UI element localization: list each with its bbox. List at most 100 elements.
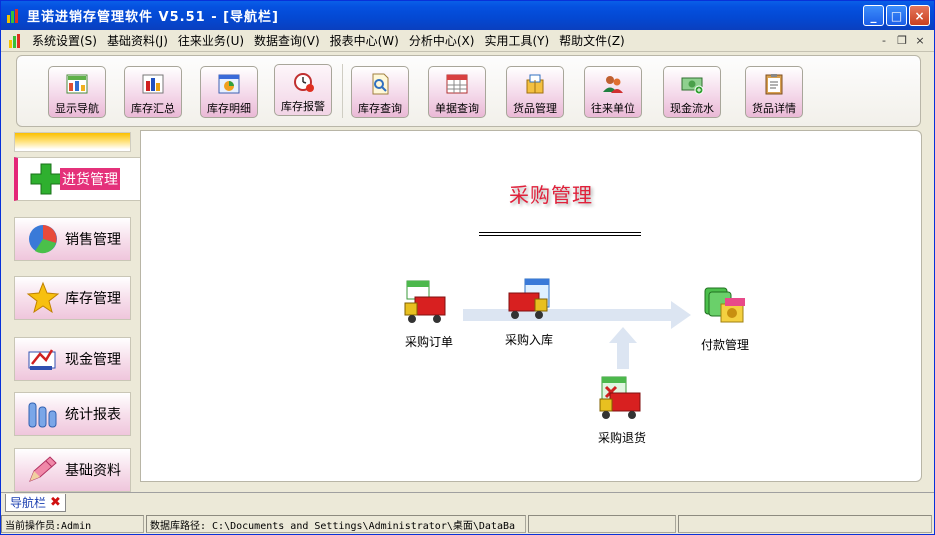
maximize-icon: □	[890, 8, 903, 23]
node-label: 采购入库	[504, 333, 553, 347]
payment-cash-icon	[699, 282, 751, 334]
toolbar-contacts-button[interactable]: 往来单位	[584, 66, 642, 118]
mdi-restore-button[interactable]: ❐	[894, 33, 910, 47]
tab-close-icon[interactable]: ✖	[50, 495, 61, 510]
toolbar-inventory-summary-button[interactable]: 库存汇总	[124, 66, 182, 118]
minimize-icon: _	[870, 8, 877, 23]
close-icon: ×	[914, 8, 925, 23]
sidebar-item-label: 销售管理	[65, 232, 121, 248]
menu-report-center[interactable]: 报表中心(W)	[325, 32, 404, 49]
mdi-close-button[interactable]: ×	[912, 33, 928, 47]
sidebar-item-label: 库存管理	[65, 291, 121, 307]
pie-chart-icon	[25, 221, 61, 257]
sidebar-item-label: 现金管理	[65, 352, 121, 368]
order-truck-icon	[403, 279, 455, 331]
menu-analysis-center[interactable]: 分析中心(X)	[404, 32, 480, 49]
column-chart-icon	[25, 396, 61, 432]
toolbar-document-query-button[interactable]: 单据查询	[428, 66, 486, 118]
stock-in-truck-icon	[503, 277, 555, 329]
money-icon	[25, 341, 61, 377]
toolbar-button-label: 往来单位	[591, 102, 635, 115]
menu-app-icon[interactable]	[9, 33, 23, 48]
toolbar-inventory-detail-button[interactable]: 库存明细	[200, 66, 258, 118]
maximize-button[interactable]: □	[886, 5, 907, 26]
menu-bar: 系统设置(S) 基础资料(J) 往来业务(U) 数据查询(V) 报表中心(W) …	[1, 30, 934, 52]
sidebar-item-label: 基础资料	[65, 463, 121, 479]
title-bar[interactable]: 里诺进销存管理软件 V5.51 - [导航栏] _ □ ×	[1, 1, 934, 30]
sidebar-header	[14, 132, 131, 152]
toolbar-inventory-query-button[interactable]: 库存查询	[351, 66, 409, 118]
window-title: 里诺进销存管理软件 V5.51 - [导航栏]	[27, 10, 279, 25]
flow-arrow-up	[609, 327, 637, 369]
status-operator: 当前操作员:Admin	[1, 515, 144, 533]
sidebar-item-label: 统计报表	[65, 407, 121, 423]
toolbar-button-label: 显示导航	[55, 102, 99, 115]
menu-system-settings[interactable]: 系统设置(S)	[27, 32, 102, 49]
toolbar-button-label: 库存汇总	[131, 102, 175, 115]
sidebar-item-label: 进货管理	[60, 168, 120, 190]
toolbar-button-label: 单据查询	[435, 102, 479, 115]
pie-window-icon	[217, 72, 241, 96]
mdi-minimize-button[interactable]: -	[876, 33, 892, 47]
grid-chart-icon	[65, 72, 89, 96]
menu-data-query[interactable]: 数据查询(V)	[249, 32, 325, 49]
toolbar-button-label: 现金流水	[670, 102, 714, 115]
menu-business[interactable]: 往来业务(U)	[173, 32, 249, 49]
bar-chart-icon	[141, 72, 165, 96]
toolbar-show-nav-button[interactable]: 显示导航	[48, 66, 106, 118]
navigation-tab-bar: 导航栏 ✖	[1, 492, 934, 512]
toolbar-button-label: 货品管理	[513, 102, 557, 115]
sidebar-item-purchase[interactable]: 进货管理	[14, 157, 141, 201]
toolbar-button-label: 库存查询	[358, 102, 402, 115]
return-truck-icon	[596, 375, 648, 427]
sidebar: 进货管理 销售管理 库存管理 现金管理 统计报表 基础资料	[14, 130, 141, 492]
search-doc-icon	[368, 72, 392, 96]
menu-tools[interactable]: 实用工具(Y)	[479, 32, 554, 49]
minimize-button[interactable]: _	[863, 5, 884, 26]
node-purchase-return[interactable]: 采购退货	[596, 375, 648, 446]
tab-navigation[interactable]: 导航栏 ✖	[5, 494, 66, 512]
sidebar-item-reports[interactable]: 统计报表	[14, 392, 131, 436]
cash-icon	[680, 72, 704, 96]
node-label: 付款管理	[700, 338, 749, 352]
toolbar-button-label: 库存明细	[207, 102, 251, 115]
node-label: 采购订单	[404, 335, 453, 349]
package-icon	[523, 72, 547, 96]
sidebar-item-inventory[interactable]: 库存管理	[14, 276, 131, 320]
people-icon	[601, 72, 625, 96]
clipboard-icon	[762, 72, 786, 96]
tab-navigation-label: 导航栏	[10, 496, 47, 510]
toolbar-inventory-alarm-button[interactable]: 库存报警	[274, 64, 332, 116]
toolbar-button-label: 库存报警	[281, 100, 325, 113]
toolbar-cash-flow-button[interactable]: 现金流水	[663, 66, 721, 118]
app-icon	[7, 8, 21, 23]
toolbar-separator	[342, 64, 343, 118]
toolbar-goods-management-button[interactable]: 货品管理	[506, 66, 564, 118]
node-purchase-stock-in[interactable]: 采购入库	[503, 277, 555, 348]
table-icon	[445, 72, 469, 96]
purchase-panel: 采购管理 采购订单 采购入库 付款管理 采购退货	[140, 130, 922, 482]
toolbar-goods-detail-button[interactable]: 货品详情	[745, 66, 803, 118]
status-bar: 当前操作员:Admin 数据库路径: C:\Documents and Sett…	[1, 513, 934, 534]
toolbar-button-label: 货品详情	[752, 102, 796, 115]
app-window: 里诺进销存管理软件 V5.51 - [导航栏] _ □ × 系统设置(S) 基础…	[0, 0, 935, 535]
menu-basic-data[interactable]: 基础资料(J)	[102, 32, 173, 49]
close-button[interactable]: ×	[909, 5, 930, 26]
sidebar-item-sales[interactable]: 销售管理	[14, 217, 131, 261]
green-plus-icon	[28, 161, 64, 197]
status-panel-3	[528, 515, 676, 533]
node-payment-management[interactable]: 付款管理	[699, 282, 751, 353]
toolbar: 显示导航 库存汇总 库存明细 库存报警 库存查询 单据查询 货品管理 往来单位 …	[16, 55, 921, 127]
node-label: 采购退货	[597, 431, 646, 445]
pencil-icon	[25, 452, 61, 488]
mdi-controls: - ❐ ×	[876, 33, 928, 47]
sidebar-item-cash[interactable]: 现金管理	[14, 337, 131, 381]
star-icon	[25, 280, 61, 316]
sidebar-item-basic-data[interactable]: 基础资料	[14, 448, 131, 492]
node-purchase-order[interactable]: 采购订单	[403, 279, 455, 350]
flow-arrow-right	[463, 301, 691, 329]
status-db-path: 数据库路径: C:\Documents and Settings\Adminis…	[146, 515, 526, 533]
menu-help[interactable]: 帮助文件(Z)	[554, 32, 630, 49]
alarm-clock-icon	[291, 70, 315, 94]
status-panel-4	[678, 515, 932, 533]
